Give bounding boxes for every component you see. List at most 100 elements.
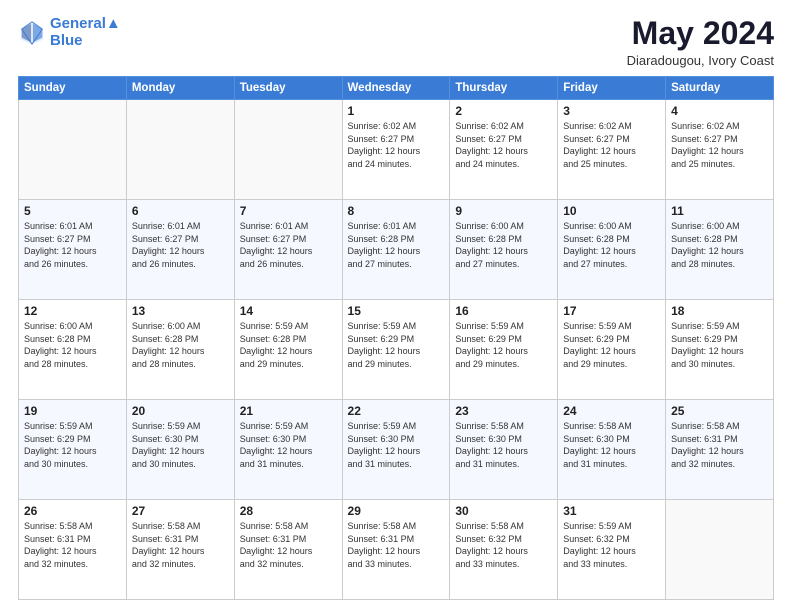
day-number: 18: [671, 304, 768, 318]
day-number: 31: [563, 504, 660, 518]
day-info: Sunrise: 5:59 AM Sunset: 6:30 PM Dayligh…: [348, 420, 445, 470]
day-number: 12: [24, 304, 121, 318]
day-info: Sunrise: 6:02 AM Sunset: 6:27 PM Dayligh…: [348, 120, 445, 170]
day-number: 16: [455, 304, 552, 318]
day-number: 10: [563, 204, 660, 218]
day-info: Sunrise: 6:00 AM Sunset: 6:28 PM Dayligh…: [563, 220, 660, 270]
calendar-cell: 29 Sunrise: 5:58 AM Sunset: 6:31 PM Dayli…: [342, 500, 450, 600]
day-info: Sunrise: 6:00 AM Sunset: 6:28 PM Dayligh…: [132, 320, 229, 370]
day-info: Sunrise: 5:58 AM Sunset: 6:31 PM Dayligh…: [240, 520, 337, 570]
day-info: Sunrise: 5:58 AM Sunset: 6:30 PM Dayligh…: [455, 420, 552, 470]
day-number: 15: [348, 304, 445, 318]
day-number: 21: [240, 404, 337, 418]
calendar-cell: 30Sunrise: 5:58 AM Sunset: 6:32 PM Dayli…: [450, 500, 558, 600]
day-info: Sunrise: 6:01 AM Sunset: 6:27 PM Dayligh…: [24, 220, 121, 270]
calendar-table: SundayMondayTuesdayWednesdayThursdayFrid…: [18, 76, 774, 600]
calendar-cell: 24 Sunrise: 5:58 AM Sunset: 6:30 PM Dayli…: [558, 400, 666, 500]
day-info: Sunrise: 6:00 AM Sunset: 6:28 PM Dayligh…: [671, 220, 768, 270]
calendar-cell: 27Sunrise: 5:58 AM Sunset: 6:31 PM Dayli…: [126, 500, 234, 600]
calendar-cell: 17Sunrise: 5:59 AM Sunset: 6:29 PM Dayli…: [558, 300, 666, 400]
day-number: 25: [671, 404, 768, 418]
calendar-cell: 9Sunrise: 6:00 AM Sunset: 6:28 PM Daylig…: [450, 200, 558, 300]
day-number: 22: [348, 404, 445, 418]
calendar-cell: [666, 500, 774, 600]
day-number: 7: [240, 204, 337, 218]
calendar-cell: 2Sunrise: 6:02 AM Sunset: 6:27 PM Daylig…: [450, 100, 558, 200]
day-info: Sunrise: 5:58 AM Sunset: 6:31 PM Dayligh…: [24, 520, 121, 570]
day-info: Sunrise: 5:59 AM Sunset: 6:29 PM Dayligh…: [348, 320, 445, 370]
calendar-cell: 6 Sunrise: 6:01 AM Sunset: 6:27 PM Daylig…: [126, 200, 234, 300]
calendar-cell: [126, 100, 234, 200]
calendar-cell: 4 Sunrise: 6:02 AM Sunset: 6:27 PM Daylig…: [666, 100, 774, 200]
calendar-cell: 21 Sunrise: 5:59 AM Sunset: 6:30 PM Dayli…: [234, 400, 342, 500]
logo-blue: Blue: [50, 33, 121, 50]
logo: General▲ Blue: [18, 16, 121, 49]
day-number: 23: [455, 404, 552, 418]
day-info: Sunrise: 5:59 AM Sunset: 6:30 PM Dayligh…: [240, 420, 337, 470]
day-number: 13: [132, 304, 229, 318]
weekday-header-thursday: Thursday: [450, 77, 558, 100]
day-info: Sunrise: 6:01 AM Sunset: 6:27 PM Dayligh…: [240, 220, 337, 270]
calendar-cell: [234, 100, 342, 200]
day-info: Sunrise: 6:01 AM Sunset: 6:28 PM Dayligh…: [348, 220, 445, 270]
weekday-header-wednesday: Wednesday: [342, 77, 450, 100]
calendar-cell: 16 Sunrise: 5:59 AM Sunset: 6:29 PM Dayli…: [450, 300, 558, 400]
day-info: Sunrise: 5:59 AM Sunset: 6:29 PM Dayligh…: [455, 320, 552, 370]
calendar-cell: 11Sunrise: 6:00 AM Sunset: 6:28 PM Dayli…: [666, 200, 774, 300]
day-info: Sunrise: 6:02 AM Sunset: 6:27 PM Dayligh…: [563, 120, 660, 170]
day-info: Sunrise: 5:58 AM Sunset: 6:31 PM Dayligh…: [132, 520, 229, 570]
calendar-cell: 20Sunrise: 5:59 AM Sunset: 6:30 PM Dayli…: [126, 400, 234, 500]
day-info: Sunrise: 5:59 AM Sunset: 6:32 PM Dayligh…: [563, 520, 660, 570]
day-info: Sunrise: 5:58 AM Sunset: 6:31 PM Dayligh…: [348, 520, 445, 570]
day-info: Sunrise: 6:02 AM Sunset: 6:27 PM Dayligh…: [671, 120, 768, 170]
day-number: 2: [455, 104, 552, 118]
day-number: 24: [563, 404, 660, 418]
header: General▲ Blue May 2024 Diaradougou, Ivor…: [18, 16, 774, 68]
weekday-row: SundayMondayTuesdayWednesdayThursdayFrid…: [19, 77, 774, 100]
logo-icon: [18, 19, 46, 47]
week-row-1: 5Sunrise: 6:01 AM Sunset: 6:27 PM Daylig…: [19, 200, 774, 300]
calendar-cell: 31 Sunrise: 5:59 AM Sunset: 6:32 PM Dayli…: [558, 500, 666, 600]
calendar-body: 1Sunrise: 6:02 AM Sunset: 6:27 PM Daylig…: [19, 100, 774, 600]
weekday-header-monday: Monday: [126, 77, 234, 100]
calendar-cell: 8 Sunrise: 6:01 AM Sunset: 6:28 PM Daylig…: [342, 200, 450, 300]
title-block: May 2024 Diaradougou, Ivory Coast: [627, 16, 774, 68]
calendar-cell: 14Sunrise: 5:59 AM Sunset: 6:28 PM Dayli…: [234, 300, 342, 400]
calendar-cell: 5Sunrise: 6:01 AM Sunset: 6:27 PM Daylig…: [19, 200, 127, 300]
week-row-0: 1Sunrise: 6:02 AM Sunset: 6:27 PM Daylig…: [19, 100, 774, 200]
day-number: 3: [563, 104, 660, 118]
calendar-header: SundayMondayTuesdayWednesdayThursdayFrid…: [19, 77, 774, 100]
weekday-header-tuesday: Tuesday: [234, 77, 342, 100]
day-number: 14: [240, 304, 337, 318]
calendar-cell: 25Sunrise: 5:58 AM Sunset: 6:31 PM Dayli…: [666, 400, 774, 500]
day-number: 4: [671, 104, 768, 118]
day-info: Sunrise: 5:58 AM Sunset: 6:30 PM Dayligh…: [563, 420, 660, 470]
calendar-cell: 26 Sunrise: 5:58 AM Sunset: 6:31 PM Dayli…: [19, 500, 127, 600]
week-row-4: 26 Sunrise: 5:58 AM Sunset: 6:31 PM Dayli…: [19, 500, 774, 600]
weekday-header-sunday: Sunday: [19, 77, 127, 100]
day-info: Sunrise: 5:59 AM Sunset: 6:29 PM Dayligh…: [671, 320, 768, 370]
main-title: May 2024: [627, 16, 774, 51]
weekday-header-friday: Friday: [558, 77, 666, 100]
day-info: Sunrise: 6:00 AM Sunset: 6:28 PM Dayligh…: [24, 320, 121, 370]
calendar-cell: 1Sunrise: 6:02 AM Sunset: 6:27 PM Daylig…: [342, 100, 450, 200]
day-info: Sunrise: 6:00 AM Sunset: 6:28 PM Dayligh…: [455, 220, 552, 270]
week-row-3: 19Sunrise: 5:59 AM Sunset: 6:29 PM Dayli…: [19, 400, 774, 500]
day-info: Sunrise: 5:59 AM Sunset: 6:30 PM Dayligh…: [132, 420, 229, 470]
calendar-cell: 12 Sunrise: 6:00 AM Sunset: 6:28 PM Dayli…: [19, 300, 127, 400]
calendar-cell: 19Sunrise: 5:59 AM Sunset: 6:29 PM Dayli…: [19, 400, 127, 500]
day-number: 8: [348, 204, 445, 218]
calendar-cell: 15 Sunrise: 5:59 AM Sunset: 6:29 PM Dayli…: [342, 300, 450, 400]
calendar-cell: 10 Sunrise: 6:00 AM Sunset: 6:28 PM Dayli…: [558, 200, 666, 300]
day-number: 26: [24, 504, 121, 518]
calendar-cell: 7 Sunrise: 6:01 AM Sunset: 6:27 PM Daylig…: [234, 200, 342, 300]
week-row-2: 12 Sunrise: 6:00 AM Sunset: 6:28 PM Dayli…: [19, 300, 774, 400]
day-number: 28: [240, 504, 337, 518]
calendar-cell: 23 Sunrise: 5:58 AM Sunset: 6:30 PM Dayli…: [450, 400, 558, 500]
calendar-cell: 28 Sunrise: 5:58 AM Sunset: 6:31 PM Dayli…: [234, 500, 342, 600]
day-info: Sunrise: 6:01 AM Sunset: 6:27 PM Dayligh…: [132, 220, 229, 270]
day-number: 19: [24, 404, 121, 418]
day-info: Sunrise: 5:59 AM Sunset: 6:29 PM Dayligh…: [563, 320, 660, 370]
day-number: 6: [132, 204, 229, 218]
day-number: 29: [348, 504, 445, 518]
